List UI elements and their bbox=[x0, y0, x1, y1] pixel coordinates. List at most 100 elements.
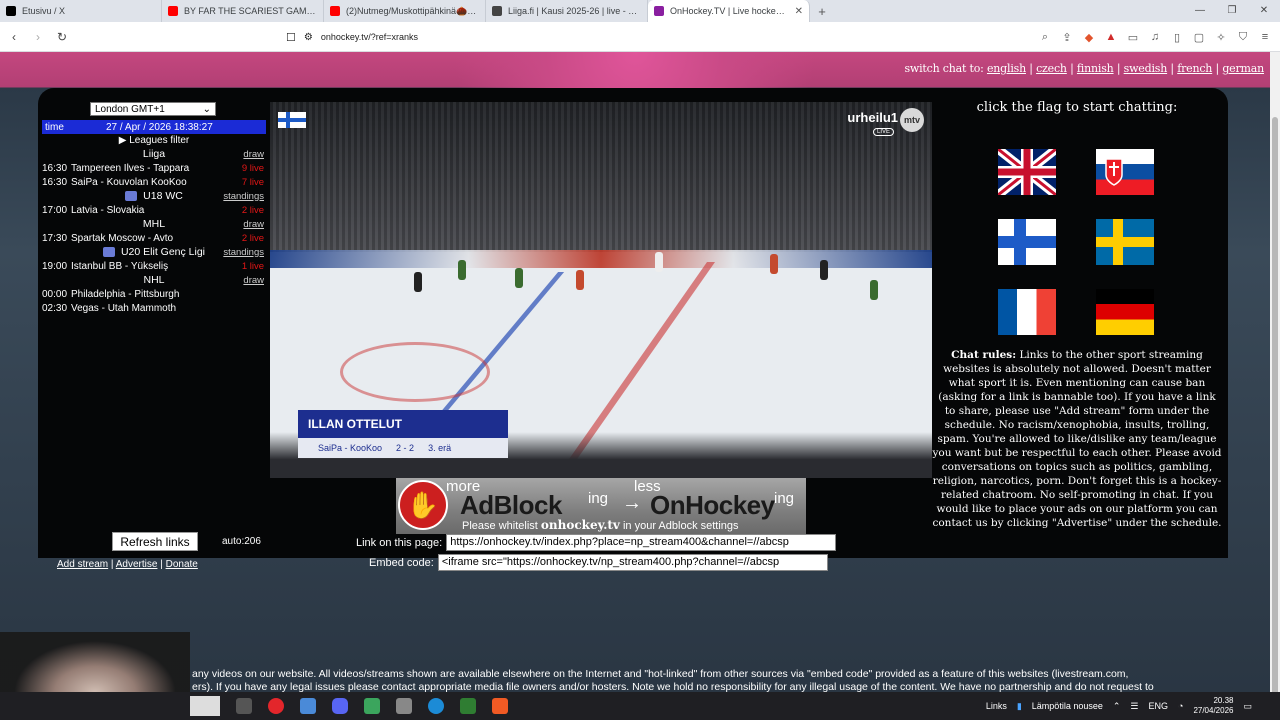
notifications-icon[interactable]: ▭ bbox=[1243, 701, 1252, 712]
game-row[interactable]: 02:30 Vegas - Utah Mammoth bbox=[42, 301, 266, 315]
game-row[interactable]: 16:30 SaiPa - Kouvolan KooKoo 7 live bbox=[42, 175, 266, 189]
sidebar-icon[interactable]: ▭ bbox=[1126, 31, 1140, 44]
live-count[interactable]: 7 live bbox=[242, 177, 266, 188]
game-name[interactable]: Latvia - Slovakia bbox=[71, 205, 242, 216]
game-name[interactable]: Tampereen Ilves - Tappara bbox=[71, 163, 242, 174]
page-scrollbar[interactable] bbox=[1270, 52, 1280, 707]
league-action-link[interactable]: standings bbox=[223, 191, 264, 202]
live-count[interactable]: 1 live bbox=[242, 261, 266, 272]
weather-icon[interactable]: ▮ bbox=[1017, 701, 1022, 712]
edge-icon[interactable] bbox=[428, 698, 444, 714]
timezone-select[interactable]: London GMT+1 ⌄ bbox=[90, 102, 216, 116]
bookmark-icon[interactable]: ☐ bbox=[286, 31, 296, 44]
tab-youtube-2[interactable]: (2)Nutmeg/Muskottipähkinä🌰Haus bbox=[324, 0, 486, 22]
chat-lang-french[interactable]: french bbox=[1177, 62, 1212, 75]
germany-flag-icon[interactable] bbox=[1096, 289, 1154, 335]
reader-icon[interactable]: ▯ bbox=[1170, 31, 1184, 44]
brave-icon[interactable] bbox=[492, 698, 508, 714]
advertise-link[interactable]: Advertise bbox=[116, 559, 158, 570]
brave-shield-icon[interactable]: ◆ bbox=[1082, 31, 1096, 44]
extensions-icon[interactable]: ✧ bbox=[1214, 31, 1228, 44]
chat-lang-swedish[interactable]: swedish bbox=[1124, 62, 1168, 75]
url-bar[interactable]: ☐ ⚙ onhockey.tv/?ref=xranks bbox=[280, 26, 1000, 48]
video-player[interactable]: urheilu1 mtv LIVE ILLAN OTTELUT SaiPa - … bbox=[270, 102, 932, 478]
tab-onhockey[interactable]: OnHockey.TV | Live hockey str ✕ bbox=[648, 0, 810, 22]
scorebug-title: ILLAN OTTELUT bbox=[298, 410, 508, 438]
tab-title: OnHockey.TV | Live hockey str bbox=[670, 6, 789, 16]
chat-lang-english[interactable]: english bbox=[987, 62, 1026, 75]
media-icon[interactable]: ♫ bbox=[1148, 31, 1162, 43]
league-action-link[interactable]: draw bbox=[243, 149, 264, 160]
embed-field[interactable]: <iframe src="https://onhockey.tv/np_stre… bbox=[437, 554, 828, 571]
url-text[interactable]: onhockey.tv/?ref=xranks bbox=[321, 32, 418, 42]
back-icon[interactable]: ‹ bbox=[4, 30, 24, 44]
chat-lang-czech[interactable]: czech bbox=[1036, 62, 1067, 75]
slovakia-flag-icon[interactable] bbox=[1096, 149, 1154, 195]
live-badge: LIVE bbox=[872, 128, 894, 136]
uk-flag-icon[interactable] bbox=[998, 149, 1056, 195]
new-tab-button[interactable]: + bbox=[810, 4, 834, 19]
app-green-icon[interactable] bbox=[364, 698, 380, 714]
league-action-link[interactable]: standings bbox=[223, 247, 264, 258]
league-action-link[interactable]: draw bbox=[243, 275, 264, 286]
game-name[interactable]: Spartak Moscow - Avto bbox=[71, 233, 242, 244]
wallet-icon[interactable]: ▢ bbox=[1192, 31, 1206, 44]
league-row: MHL draw bbox=[42, 217, 266, 231]
reload-icon[interactable]: ↻ bbox=[52, 30, 72, 44]
game-row[interactable]: 00:00 Philadelphia - Pittsburgh bbox=[42, 287, 266, 301]
game-row[interactable]: 17:30 Spartak Moscow - Avto 2 live bbox=[42, 231, 266, 245]
task-view-icon[interactable] bbox=[236, 698, 252, 714]
chat-lang-german[interactable]: german bbox=[1222, 62, 1264, 75]
site-info-icon[interactable]: ⚙ bbox=[304, 32, 313, 43]
scrollbar-thumb[interactable] bbox=[1272, 117, 1278, 707]
add-stream-link[interactable]: Add stream bbox=[57, 559, 108, 570]
finland-chat-flag-icon[interactable] bbox=[998, 219, 1056, 265]
live-count[interactable]: 9 live bbox=[242, 163, 266, 174]
game-row[interactable]: 16:30 Tampereen Ilves - Tappara 9 live bbox=[42, 161, 266, 175]
france-flag-icon[interactable] bbox=[998, 289, 1056, 335]
leagues-filter-toggle[interactable]: ▶ Leagues filter bbox=[42, 135, 266, 147]
close-tab-icon[interactable]: ✕ bbox=[795, 6, 803, 17]
game-name[interactable]: Vegas - Utah Mammoth bbox=[71, 303, 264, 314]
tab-youtube-1[interactable]: BY FAR THE SCARIEST GAME OF THE bbox=[162, 0, 324, 22]
close-window-icon[interactable]: ✕ bbox=[1248, 0, 1280, 22]
vpn-icon[interactable]: ⛉ bbox=[1236, 31, 1250, 44]
refresh-links-button[interactable]: Refresh links bbox=[112, 532, 198, 551]
chevron-up-icon[interactable]: ⌃ bbox=[1113, 701, 1121, 712]
game-row[interactable]: 19:00 Istanbul BB - Yükseliş 1 live bbox=[42, 259, 266, 273]
discord-icon[interactable] bbox=[332, 698, 348, 714]
game-name[interactable]: Istanbul BB - Yükseliş bbox=[71, 261, 242, 272]
minimize-icon[interactable]: — bbox=[1184, 0, 1216, 22]
tab-x[interactable]: Etusivu / X bbox=[0, 0, 162, 22]
league-action-link[interactable]: draw bbox=[243, 219, 264, 230]
game-name[interactable]: Philadelphia - Pittsburgh bbox=[71, 289, 264, 300]
taskbar: Links ▮ Lämpötila nousee ⌃ ☰ ENG ◔ 20.38… bbox=[0, 692, 1280, 720]
play-icon[interactable] bbox=[460, 698, 476, 714]
live-count[interactable]: 2 live bbox=[242, 205, 266, 216]
forward-icon[interactable]: › bbox=[28, 30, 48, 44]
game-name[interactable]: SaiPa - Kouvolan KooKoo bbox=[71, 177, 242, 188]
volume-icon[interactable]: ◔ bbox=[1178, 701, 1183, 711]
network-icon[interactable]: ☰ bbox=[1130, 701, 1138, 712]
donate-link[interactable]: Donate bbox=[166, 559, 198, 570]
chat-lang-finnish[interactable]: finnish bbox=[1077, 62, 1114, 75]
game-row[interactable]: 17:00 Latvia - Slovakia 2 live bbox=[42, 203, 266, 217]
menu-icon[interactable]: ≡ bbox=[1258, 31, 1272, 43]
live-count[interactable]: 2 live bbox=[242, 233, 266, 244]
language-indicator[interactable]: ENG bbox=[1148, 701, 1168, 711]
sweden-flag-icon[interactable] bbox=[1096, 219, 1154, 265]
taskbar-search-box[interactable] bbox=[190, 696, 220, 716]
weather-text[interactable]: Lämpötila nousee bbox=[1032, 701, 1103, 711]
rewards-icon[interactable]: ▲ bbox=[1104, 31, 1118, 43]
clock[interactable]: 20.38 27/04/2026 bbox=[1193, 696, 1233, 716]
maximize-icon[interactable]: ❐ bbox=[1216, 0, 1248, 22]
photos-icon[interactable] bbox=[300, 698, 316, 714]
link-field[interactable]: https://onhockey.tv/index.php?place=np_s… bbox=[446, 534, 837, 551]
zoom-icon[interactable]: ⌕ bbox=[1038, 31, 1052, 44]
opera-icon[interactable] bbox=[268, 698, 284, 714]
links-toolbar[interactable]: Links bbox=[986, 701, 1007, 711]
league-name: U20 Elit Genç Ligi bbox=[120, 246, 206, 258]
steam-icon[interactable] bbox=[396, 698, 412, 714]
tab-liiga[interactable]: Liiga.fi | Kausi 2025-26 | live - Tappar bbox=[486, 0, 648, 22]
share-icon[interactable]: ⇪ bbox=[1060, 31, 1074, 44]
